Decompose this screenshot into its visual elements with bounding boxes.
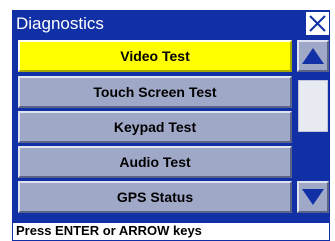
close-icon xyxy=(309,15,326,32)
gps-status-button[interactable]: GPS Status xyxy=(18,181,292,213)
video-test-button[interactable]: Video Test xyxy=(18,40,292,72)
scrollbar[interactable] xyxy=(295,38,330,214)
arrow-up-icon xyxy=(302,48,324,64)
scroll-thumb[interactable] xyxy=(298,80,328,132)
audio-test-button[interactable]: Audio Test xyxy=(18,146,292,178)
scroll-down-button[interactable] xyxy=(297,181,329,213)
title-bar: Diagnostics xyxy=(12,10,330,38)
touch-screen-test-button[interactable]: Touch Screen Test xyxy=(18,76,292,108)
close-button[interactable] xyxy=(305,11,330,36)
keypad-test-button[interactable]: Keypad Test xyxy=(18,111,292,143)
diagnostics-screen: Diagnostics Video Test Touch Screen Test… xyxy=(12,10,330,241)
page-title: Diagnostics xyxy=(16,14,104,33)
arrow-down-icon xyxy=(302,189,324,205)
status-bar: Press ENTER or ARROW keys xyxy=(12,222,330,241)
scroll-up-button[interactable] xyxy=(297,40,329,72)
